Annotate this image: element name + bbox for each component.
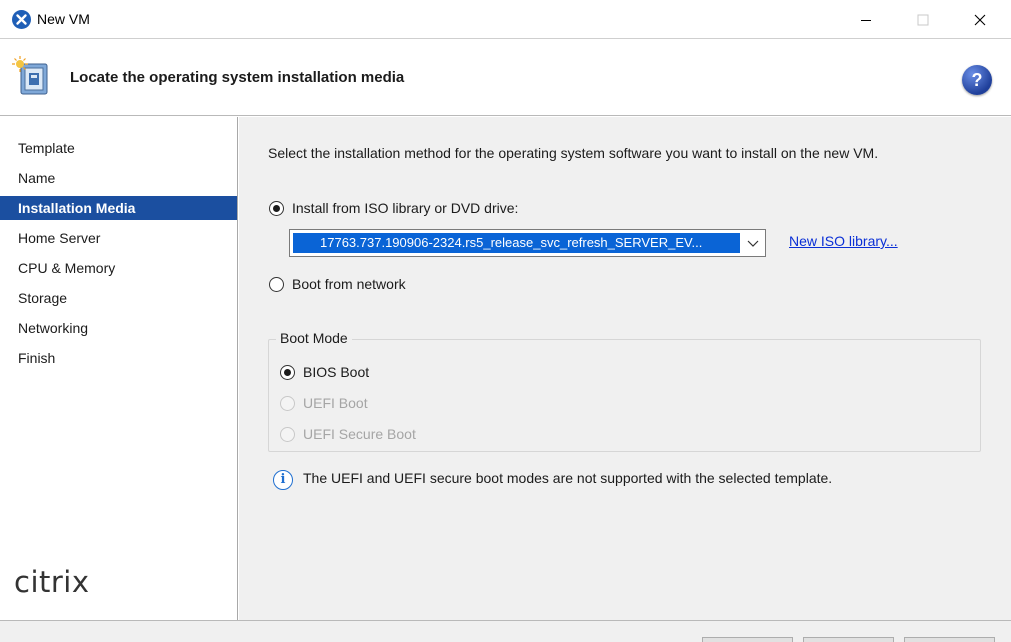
- chevron-down-icon: [747, 240, 759, 247]
- uefi-secure-boot-label: UEFI Secure Boot: [303, 426, 416, 442]
- install-from-iso-label[interactable]: Install from ISO library or DVD drive:: [292, 200, 518, 216]
- step-home-server[interactable]: Home Server: [0, 226, 237, 250]
- page-title: Locate the operating system installation…: [70, 69, 405, 86]
- install-from-iso-radio[interactable]: [269, 201, 284, 216]
- installation-media-icon: [12, 56, 50, 98]
- step-installation-media[interactable]: Installation Media: [0, 196, 237, 220]
- new-iso-library-link[interactable]: New ISO library...: [789, 233, 898, 249]
- bios-boot-radio[interactable]: [280, 365, 295, 380]
- uefi-secure-boot-radio: [280, 427, 295, 442]
- minimize-icon: [861, 19, 871, 21]
- help-icon[interactable]: ?: [962, 65, 992, 95]
- step-name[interactable]: Name: [0, 166, 237, 190]
- maximize-icon: [917, 14, 929, 25]
- uefi-boot-radio: [280, 396, 295, 411]
- maximize-button[interactable]: [895, 0, 951, 39]
- cancel-button[interactable]: [904, 637, 995, 642]
- boot-mode-title: Boot Mode: [276, 330, 352, 346]
- title-bar: New VM: [0, 0, 1011, 39]
- step-finish[interactable]: Finish: [0, 346, 237, 370]
- step-template[interactable]: Template: [0, 136, 237, 160]
- iso-select-value: 17763.737.190906-2324.rs5_release_svc_re…: [293, 233, 740, 253]
- minimize-button[interactable]: [838, 0, 894, 39]
- window-title: New VM: [37, 11, 90, 27]
- boot-mode-info-text: The UEFI and UEFI secure boot modes are …: [303, 470, 833, 486]
- boot-from-network-label[interactable]: Boot from network: [292, 276, 406, 292]
- next-button[interactable]: [803, 637, 894, 642]
- close-button[interactable]: [952, 0, 1008, 39]
- step-storage[interactable]: Storage: [0, 286, 237, 310]
- bios-boot-label[interactable]: BIOS Boot: [303, 364, 369, 380]
- step-networking[interactable]: Networking: [0, 316, 237, 340]
- uefi-boot-label: UEFI Boot: [303, 395, 368, 411]
- close-icon: [974, 14, 986, 25]
- previous-button[interactable]: [702, 637, 793, 642]
- boot-from-network-radio[interactable]: [269, 277, 284, 292]
- wizard-steps-sidebar: Template Name Installation Media Home Se…: [0, 117, 238, 620]
- info-icon: i: [273, 470, 293, 490]
- iso-select-dropdown[interactable]: 17763.737.190906-2324.rs5_release_svc_re…: [289, 229, 766, 257]
- instruction-text: Select the installation method for the o…: [268, 145, 879, 161]
- step-cpu-memory[interactable]: CPU & Memory: [0, 256, 237, 280]
- xenserver-app-icon: [12, 10, 31, 29]
- citrix-logo: citrix: [14, 565, 90, 599]
